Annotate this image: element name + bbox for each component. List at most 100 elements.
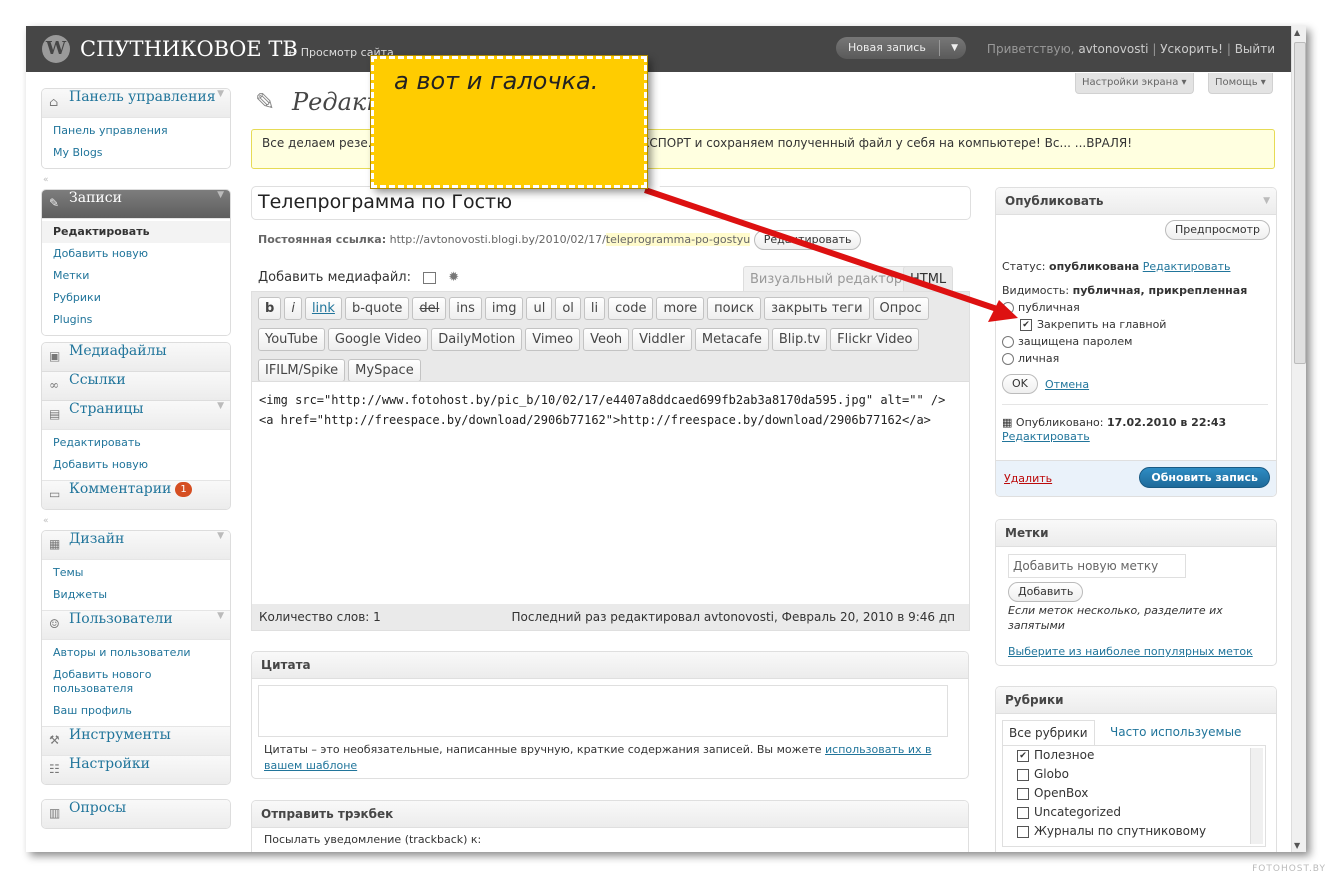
qt-veoh-button[interactable]: Veoh [583,328,630,351]
excerpt-box-title[interactable]: Цитата [252,652,968,679]
category-item[interactable]: Globo [1003,765,1265,784]
add-image-icon[interactable] [423,271,437,284]
checkbox[interactable]: ✔ [1017,749,1029,762]
radio-button[interactable] [1002,353,1014,365]
submenu-authors[interactable]: Авторы и пользователи [42,642,230,664]
scroll-up-icon[interactable]: ▲ [1294,28,1300,37]
categories-box-title[interactable]: Рубрики [996,687,1276,714]
submenu-edit-pages[interactable]: Редактировать [42,432,230,454]
toggle-arrow-icon[interactable]: ▼ [217,401,224,411]
new-post-button[interactable]: Новая запись ▼ [836,37,966,59]
qt-youtube-button[interactable]: YouTube [258,328,325,351]
toggle-arrow-icon[interactable]: ▼ [1263,188,1270,214]
menu-polls[interactable]: ▥ Опросы [42,800,230,828]
menu-collapse-icon[interactable]: « [41,516,231,526]
qt-close-tags-button[interactable]: закрыть теги [764,297,870,320]
menu-posts[interactable]: ✎ Записи ▼ [42,190,230,218]
edit-status-link[interactable]: Редактировать [1143,260,1231,273]
radio-button[interactable] [1002,302,1014,314]
scrollbar-thumb[interactable] [1294,42,1306,364]
submenu-edit-posts[interactable]: Редактировать [42,221,230,243]
checkbox[interactable] [1017,825,1029,838]
toggle-arrow-icon[interactable]: ▼ [217,89,224,99]
submenu-my-blogs[interactable]: My Blogs [42,142,230,164]
qt-bold-button[interactable]: b [258,297,282,320]
qt-ins-button[interactable]: ins [449,297,482,320]
tab-popular-categories[interactable]: Часто используемые [1104,720,1247,744]
dropdown-arrow-icon[interactable]: ▼ [951,37,958,59]
submenu-dashboard[interactable]: Панель управления [42,120,230,142]
submenu-tags[interactable]: Метки [42,265,230,287]
menu-comments[interactable]: ▭ Комментарии 1 [42,480,230,509]
toggle-arrow-icon[interactable]: ▼ [217,190,224,200]
sticky-checkbox[interactable]: ✔ [1020,319,1032,331]
edit-date-link[interactable]: Редактировать [1002,430,1090,443]
tags-box-title[interactable]: Метки [996,520,1276,547]
qt-bliptv-button[interactable]: Blip.tv [771,328,828,351]
new-tag-input[interactable]: Добавить новую метку [1008,554,1186,578]
menu-settings[interactable]: ☷ Настройки [42,755,230,784]
submenu-widgets[interactable]: Виджеты [42,584,230,606]
menu-media[interactable]: ▣ Медиафайлы [42,343,230,371]
qt-flickr-video-button[interactable]: Flickr Video [830,328,920,351]
menu-design[interactable]: ▦ Дизайн ▼ [42,531,230,559]
site-name[interactable]: СПУТНИКОВОЕ ТВ [80,37,298,61]
visibility-cancel-link[interactable]: Отмена [1045,378,1089,391]
checkbox[interactable] [1017,768,1029,781]
visibility-ok-button[interactable]: OK [1002,374,1038,394]
page-scrollbar[interactable]: ▲ ▼ [1291,26,1306,852]
category-item[interactable]: Журналы по спутниковому [1003,822,1265,841]
menu-tools[interactable]: ⚒ Инструменты [42,726,230,755]
update-post-button[interactable]: Обновить запись [1139,467,1270,488]
submenu-plugins[interactable]: Plugins [42,309,230,331]
excerpt-textarea[interactable] [258,685,948,737]
qt-vimeo-button[interactable]: Vimeo [525,328,581,351]
popular-tags-link[interactable]: Выберите из наиболее популярных меток [1008,645,1253,658]
category-item[interactable]: ✔ Полезное [1003,746,1265,765]
qt-img-button[interactable]: img [484,297,524,320]
qt-del-button[interactable]: del [412,297,447,320]
logout-link[interactable]: Выйти [1235,42,1275,56]
qt-ifilm-button[interactable]: IFILM/Spike [258,359,346,382]
visibility-private-option[interactable]: личная [1002,352,1059,365]
qt-dailymotion-button[interactable]: DailyMotion [431,328,523,351]
screen-options-tab[interactable]: Настройки экрана ▾ [1075,73,1194,94]
username[interactable]: avtonovosti [1078,42,1148,56]
radio-button[interactable] [1002,336,1014,348]
menu-users[interactable]: ☺ Пользователи ▼ [42,610,230,639]
trackback-box-title[interactable]: Отправить трэкбек [252,801,968,828]
category-item[interactable]: Uncategorized [1003,803,1265,822]
visibility-public-option[interactable]: публичная [1002,301,1080,314]
submenu-categories[interactable]: Рубрики [42,287,230,309]
qt-ul-button[interactable]: ul [526,297,553,320]
toggle-arrow-icon[interactable]: ▼ [217,531,224,541]
submenu-profile[interactable]: Ваш профиль [42,700,230,722]
checkbox[interactable] [1017,806,1029,819]
submenu-add-user[interactable]: Добавить нового пользователя [42,664,230,700]
category-scrollbar[interactable] [1250,748,1263,844]
add-tag-button[interactable]: Добавить [1008,582,1084,602]
preview-button[interactable]: Предпросмотр [1165,220,1270,240]
menu-pages[interactable]: ▤ Страницы ▼ [42,401,230,429]
publish-box-title[interactable]: Опубликовать ▼ [996,188,1276,215]
checkbox[interactable] [1017,787,1029,800]
scroll-down-icon[interactable]: ▼ [1294,841,1300,850]
post-title-input[interactable]: Телепрограмма по Гостю [251,186,971,220]
permalink-slug[interactable]: teleprogramma-po-gostyu [605,233,751,246]
category-item[interactable]: OpenBox [1003,784,1265,803]
qt-more-button[interactable]: more [656,297,705,320]
qt-google-video-button[interactable]: Google Video [327,328,429,351]
edit-permalink-button[interactable]: Редактировать [753,230,862,250]
sticky-option[interactable]: ✔ Закрепить на главной [1020,318,1166,331]
submenu-add-post[interactable]: Добавить новую [42,243,230,265]
tab-html[interactable]: HTML [903,266,954,293]
visibility-password-option[interactable]: защищена паролем [1002,335,1132,348]
qt-search-button[interactable]: поиск [707,297,762,320]
qt-viddler-button[interactable]: Viddler [632,328,692,351]
add-media-icon[interactable]: ✹ [448,270,459,285]
speed-up-link[interactable]: Ускорить! [1160,42,1223,56]
submenu-themes[interactable]: Темы [42,562,230,584]
qt-myspace-button[interactable]: MySpace [348,359,421,382]
post-content-textarea[interactable]: <img src="http://www.fotohost.by/pic_b/1… [252,381,969,606]
qt-ol-button[interactable]: ol [555,297,581,320]
